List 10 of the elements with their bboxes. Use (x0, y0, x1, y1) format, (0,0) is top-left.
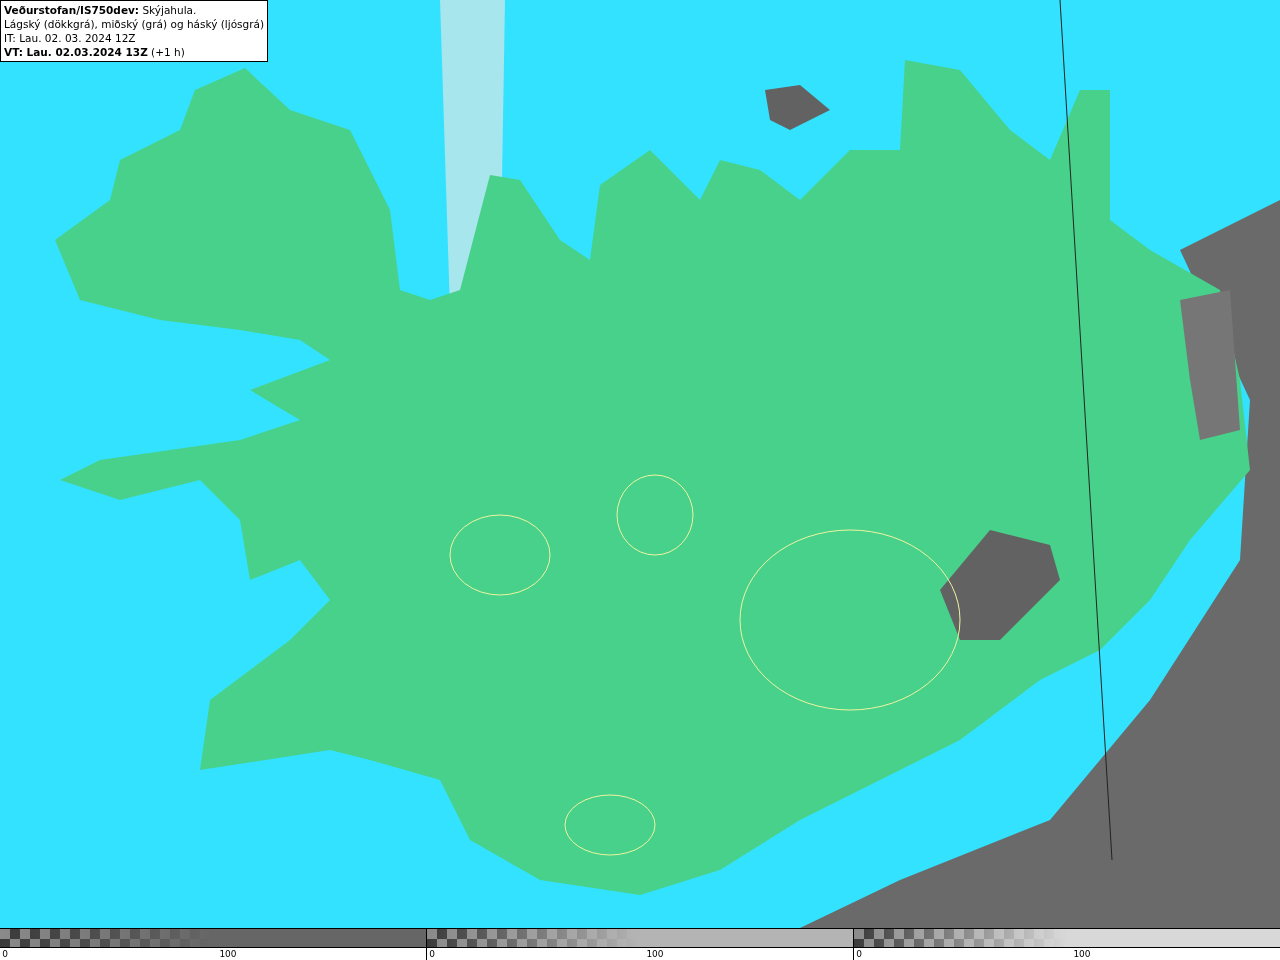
tick-label: 0 (2, 948, 8, 960)
info-text: Veðurstofan/IS750dev: Skýjahula. (4, 3, 198, 17)
info-text: IT: Lau. 02. 03. 2024 12Z (4, 31, 137, 45)
info-text: VT: Lau. 02.03.2024 13Z (+1 h) (4, 45, 186, 59)
tick-label: 0 (429, 948, 435, 960)
tick-label: 0 (856, 948, 862, 960)
tick-label: 100 (1073, 948, 1091, 960)
tick-label: 100 (219, 948, 237, 960)
tick-label: 100 (646, 948, 664, 960)
info-text: Lágský (dökkgrá), miðský (grá) og háský (ljósgrá) (4, 17, 265, 31)
